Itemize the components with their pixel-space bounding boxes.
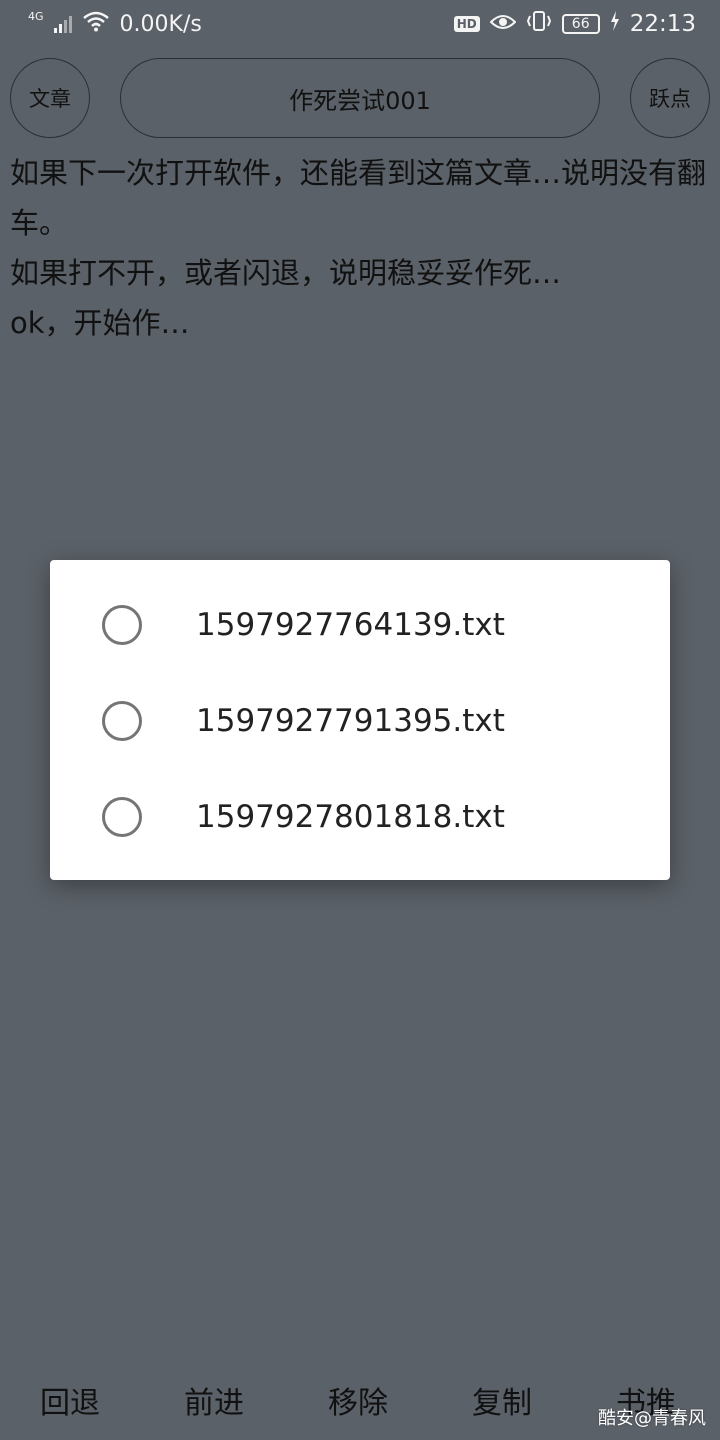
file-option-label: 1597927801818.txt [196, 799, 505, 835]
file-select-dialog: 1597927764139.txt 1597927791395.txt 1597… [50, 560, 670, 880]
network-speed: 0.00K/s [119, 11, 202, 37]
radio-button[interactable] [102, 701, 142, 741]
file-option-label: 1597927764139.txt [196, 607, 505, 643]
article-paragraph: 如果打不开，或者闪退，说明稳妥妥作死… [10, 256, 562, 290]
hd-icon: HD [453, 16, 480, 32]
battery-icon: 66 [561, 14, 600, 34]
charging-icon [610, 11, 620, 37]
document-title[interactable]: 作死尝试001 [120, 58, 600, 138]
file-option[interactable]: 1597927801818.txt [50, 769, 670, 865]
article-body[interactable]: 如果下一次打开软件，还能看到这篇文章…说明没有翻车。 如果打不开，或者闪退，说明… [10, 148, 710, 348]
article-paragraph: ok，开始作… [10, 306, 190, 340]
vibrate-icon [526, 10, 552, 38]
watermark: 酷安@青春风 [598, 1408, 706, 1429]
copy-button[interactable]: 复制 [472, 1378, 532, 1422]
eye-icon [489, 12, 517, 37]
jump-button[interactable]: 跃点 [630, 58, 710, 138]
forward-button[interactable]: 前进 [184, 1378, 244, 1422]
clock: 22:13 [629, 11, 696, 37]
wifi-icon [82, 10, 110, 38]
file-option-label: 1597927791395.txt [196, 703, 505, 739]
signal-icon [53, 15, 72, 33]
radio-button[interactable] [102, 797, 142, 837]
back-button[interactable]: 回退 [40, 1378, 100, 1422]
radio-button[interactable] [102, 605, 142, 645]
file-option[interactable]: 1597927764139.txt [50, 577, 670, 673]
article-paragraph: 如果下一次打开软件，还能看到这篇文章…说明没有翻车。 [10, 156, 707, 240]
article-button[interactable]: 文章 [10, 58, 90, 138]
network-type-label: 4G [28, 9, 44, 23]
remove-button[interactable]: 移除 [328, 1378, 388, 1422]
file-option[interactable]: 1597927791395.txt [50, 673, 670, 769]
status-bar: 4G 0.00K/s HD 66 22:13 [0, 0, 720, 50]
